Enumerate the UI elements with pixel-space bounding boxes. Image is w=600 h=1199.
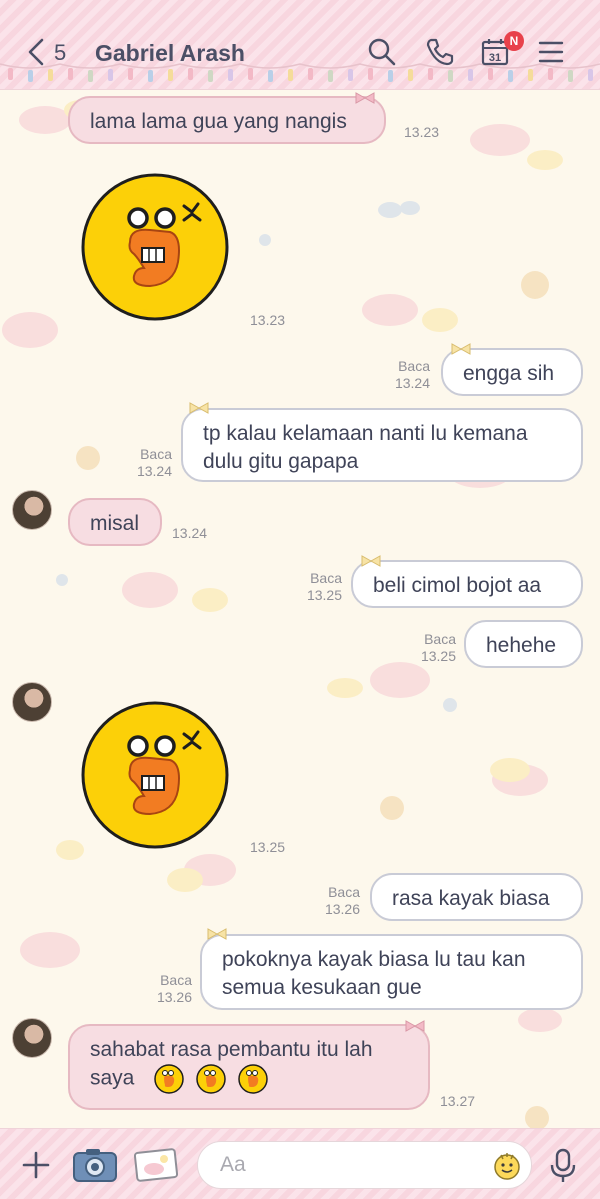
message-time: 13.23 bbox=[404, 124, 440, 140]
message-bubble-incoming[interactable]: lama lama gua yang nangis bbox=[68, 96, 386, 144]
message-bubble-outgoing[interactable]: rasa kayak biasa bbox=[370, 873, 583, 921]
bow-decoration bbox=[355, 92, 375, 104]
message-time: 13.26 bbox=[156, 989, 192, 1005]
message-bubble-incoming[interactable]: misal bbox=[68, 498, 162, 546]
message-time: 13.26 bbox=[324, 901, 360, 917]
back-arrow-icon[interactable] bbox=[24, 36, 52, 68]
message-composer bbox=[0, 1128, 600, 1199]
angry-duck-emoji bbox=[154, 1064, 184, 1094]
message-text-line: semua kesukaan gue bbox=[222, 976, 422, 999]
menu-icon[interactable] bbox=[536, 36, 568, 68]
plus-icon[interactable] bbox=[20, 1149, 52, 1181]
chat-area[interactable]: lama lama gua yang nangis 13.23 13.23 Ba… bbox=[0, 90, 600, 1128]
message-bubble-outgoing[interactable]: engga sih bbox=[441, 348, 583, 396]
search-icon[interactable] bbox=[366, 36, 398, 68]
bow-decoration bbox=[207, 928, 227, 940]
phone-icon[interactable] bbox=[424, 36, 456, 68]
read-receipt: Baca bbox=[160, 972, 192, 988]
message-meta: Baca 13.26 bbox=[318, 884, 360, 918]
message-time: 13.24 bbox=[136, 463, 172, 479]
message-text: hehehe bbox=[486, 634, 557, 657]
message-meta: Baca 13.24 bbox=[130, 446, 172, 480]
read-receipt: Baca bbox=[424, 631, 456, 647]
bow-decoration bbox=[451, 343, 471, 355]
read-receipt: Baca bbox=[328, 884, 360, 900]
message-text-line: sahabat rasa pembantu itu lah bbox=[90, 1038, 373, 1061]
contact-avatar[interactable] bbox=[12, 682, 52, 722]
angry-duck-sticker[interactable] bbox=[80, 172, 230, 322]
message-text: rasa kayak biasa bbox=[392, 887, 550, 910]
message-time: 13.27 bbox=[440, 1093, 476, 1109]
image-gallery-icon[interactable] bbox=[134, 1147, 178, 1183]
chat-header: 5 Gabriel Arash 31 N bbox=[0, 0, 600, 90]
message-text: misal bbox=[90, 512, 140, 535]
microphone-icon[interactable] bbox=[548, 1147, 578, 1185]
message-text-line: tp kalau kelamaan nanti lu kemana bbox=[203, 422, 528, 445]
sticker-emoji-icon[interactable] bbox=[492, 1151, 522, 1181]
message-time: 13.25 bbox=[420, 648, 456, 664]
read-receipt: Baca bbox=[140, 446, 172, 462]
message-bubble-outgoing[interactable]: tp kalau kelamaan nanti lu kemana dulu g… bbox=[181, 408, 583, 482]
message-bubble-outgoing[interactable]: beli cimol bojot aa bbox=[351, 560, 583, 608]
contact-avatar[interactable] bbox=[12, 1018, 52, 1058]
contact-avatar[interactable] bbox=[12, 490, 52, 530]
bow-decoration bbox=[405, 1020, 425, 1032]
message-meta: Baca 13.25 bbox=[300, 570, 342, 604]
bow-decoration bbox=[361, 555, 381, 567]
read-receipt: Baca bbox=[310, 570, 342, 586]
message-text-line: saya bbox=[90, 1064, 408, 1094]
camera-icon[interactable] bbox=[72, 1147, 118, 1183]
read-receipt: Baca bbox=[398, 358, 430, 374]
chat-title: Gabriel Arash bbox=[95, 40, 245, 66]
message-meta: Baca 13.26 bbox=[150, 972, 192, 1006]
angry-duck-emoji bbox=[237, 1064, 268, 1094]
message-time: 13.24 bbox=[394, 375, 430, 391]
calendar-day: 31 bbox=[489, 52, 501, 64]
message-text: lama lama gua yang nangis bbox=[90, 110, 347, 133]
message-bubble-incoming[interactable]: sahabat rasa pembantu itu lah saya bbox=[68, 1024, 430, 1110]
message-bubble-outgoing[interactable]: hehehe bbox=[464, 620, 583, 668]
message-meta: Baca 13.25 bbox=[414, 631, 456, 665]
message-time: 13.24 bbox=[172, 525, 208, 541]
bow-decoration bbox=[189, 402, 209, 414]
message-text: saya bbox=[90, 1066, 135, 1090]
message-text-line: pokoknya kayak biasa lu tau kan bbox=[222, 948, 526, 971]
notification-badge: N bbox=[504, 31, 524, 51]
angry-duck-sticker[interactable] bbox=[80, 700, 230, 850]
message-text-line: dulu gitu gapapa bbox=[203, 450, 359, 473]
message-time: 13.25 bbox=[306, 587, 342, 603]
message-bubble-outgoing[interactable]: pokoknya kayak biasa lu tau kan semua ke… bbox=[200, 934, 583, 1010]
angry-duck-emoji bbox=[196, 1064, 226, 1094]
message-input[interactable] bbox=[197, 1141, 532, 1189]
unread-count[interactable]: 5 bbox=[54, 40, 66, 66]
message-meta: Baca 13.24 bbox=[388, 358, 430, 392]
message-time: 13.25 bbox=[250, 839, 286, 855]
message-time: 13.23 bbox=[250, 312, 286, 328]
message-text: beli cimol bojot aa bbox=[373, 574, 542, 597]
message-text: engga sih bbox=[463, 362, 555, 385]
